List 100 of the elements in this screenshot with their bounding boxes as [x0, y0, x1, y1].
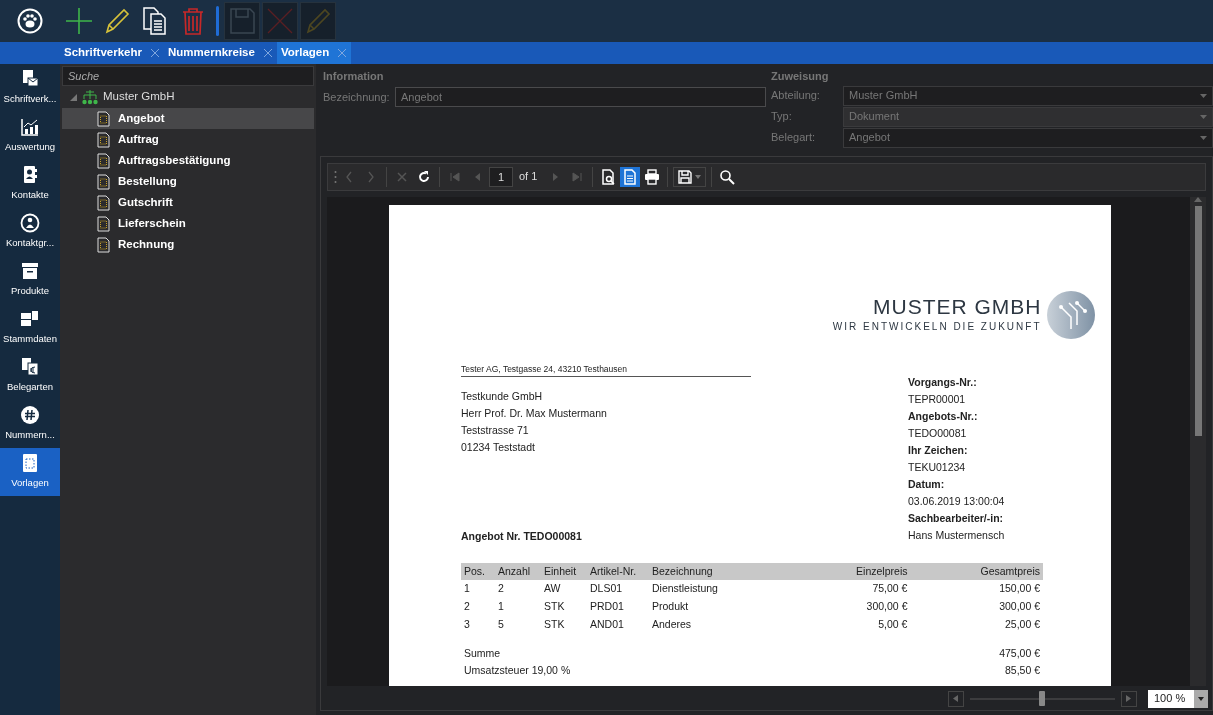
column-header: Einheit: [541, 562, 587, 581]
sidebar-item[interactable]: Belegarten: [0, 352, 60, 400]
info-value: Hans Mustermensch: [908, 527, 1006, 543]
search-field[interactable]: Suche: [62, 66, 314, 86]
tree-item[interactable]: Bestellung: [62, 171, 314, 192]
bar-chart-icon: [20, 117, 40, 138]
info-value: TEDO00081: [908, 425, 968, 441]
table-cell-text: 1: [497, 599, 505, 614]
export-dropdown[interactable]: [673, 166, 707, 187]
grip-icon[interactable]: [334, 169, 337, 184]
table-cell-text: 2: [463, 599, 471, 614]
tree-item[interactable]: Muster GmbH: [103, 88, 175, 106]
tree-item[interactable]: Gutschrift: [62, 192, 314, 213]
zoom-dropdown[interactable]: 100 %: [1148, 689, 1208, 708]
table-cell-text: AND01: [589, 616, 625, 632]
document-icon: [96, 194, 111, 211]
document-icon: [96, 131, 111, 148]
slider-thumb[interactable]: [1039, 691, 1045, 706]
caret-icon: [1200, 135, 1207, 140]
dropdown[interactable]: Muster GmbH: [843, 85, 1213, 106]
plus-icon: [63, 5, 95, 37]
column-header: Pos.: [461, 562, 495, 581]
caret-icon: [1198, 696, 1204, 701]
field-label: Bezeichnung:: [323, 90, 391, 105]
table-cell-text: 300,00 €: [865, 599, 909, 614]
document-icon: [96, 236, 111, 253]
table-cell: 150,00 €: [910, 580, 1043, 598]
zoom-in-button[interactable]: [1120, 690, 1137, 707]
table-cell-text: 5: [497, 616, 505, 632]
tab[interactable]: Nummernkreise: [164, 42, 259, 64]
sidebar-item[interactable]: Kontaktgr...: [0, 208, 60, 256]
info-label: Ihr Zeichen:: [908, 442, 969, 458]
total-label: Summe: [464, 645, 501, 661]
page-count-label: of 1: [519, 169, 538, 185]
tree-item[interactable]: Rechnung: [62, 234, 314, 255]
tree-item[interactable]: Angebot: [62, 108, 314, 129]
tab[interactable]: Vorlagen: [276, 42, 334, 64]
dropdown[interactable]: Angebot: [843, 127, 1213, 148]
vertical-scrollbar[interactable]: [1190, 196, 1206, 686]
close-icon: [150, 48, 160, 58]
table-cell: AW: [541, 580, 587, 598]
sidebar-item[interactable]: Vorlagen: [0, 448, 60, 496]
euro-documents-icon: [20, 357, 40, 378]
info-value: TEPR00001: [908, 391, 967, 407]
info-label: Angebots-Nr.:: [908, 408, 979, 424]
total-label: Umsatzsteuer 19,00 %: [464, 662, 571, 678]
table-cell-text: Anderes: [651, 616, 693, 632]
document-icon: [96, 215, 111, 232]
close-icon: [337, 48, 348, 58]
tab[interactable]: Schriftverkehr: [60, 42, 146, 64]
column-header: Anzahl: [495, 562, 541, 581]
person-circle-icon: [20, 213, 40, 234]
address-line: Teststrasse 71: [461, 423, 530, 439]
sender-line: Tester AG, Testgasse 24, 43210 Testhausen: [461, 362, 751, 378]
document-title: Angebot Nr. TEDO00081: [461, 528, 583, 544]
total-value: 475,00 €: [999, 645, 1040, 661]
tree-item[interactable]: Auftragsbestätigung: [62, 150, 314, 171]
tree-item[interactable]: Lieferschein: [62, 213, 314, 234]
sidebar-item[interactable]: Kontakte: [0, 160, 60, 208]
scrollbar-thumb[interactable]: [1194, 205, 1202, 436]
org-tree-icon: [82, 89, 98, 105]
column-header: Bezeichnung: [649, 562, 795, 581]
sidebar-item[interactable]: Schriftverk...: [0, 64, 60, 112]
sidebar-item[interactable]: Produkte: [0, 256, 60, 304]
sidebar-item[interactable]: Auswertung: [0, 112, 60, 160]
zoom-out-button[interactable]: [947, 690, 964, 707]
table-cell-text: Produkt: [651, 599, 690, 614]
page-number-field[interactable]: 1: [489, 166, 513, 187]
circuit-logo: [1047, 290, 1095, 339]
text-field[interactable]: Angebot: [395, 87, 766, 108]
caret-icon: [1200, 114, 1207, 119]
page-button[interactable]: [620, 166, 641, 187]
table-cell-text: STK: [543, 616, 566, 632]
table-cell-text: 300,00 €: [998, 599, 1041, 614]
previous-page-icon: [474, 172, 480, 181]
table-cell-text: 3: [463, 616, 471, 632]
table-cell: 75,00 €: [794, 580, 911, 598]
tab-close-button[interactable]: [333, 42, 352, 64]
expand-arrow-icon[interactable]: [70, 93, 77, 101]
sidebar-item[interactable]: Nummern...: [0, 400, 60, 448]
tree-item[interactable]: Auftrag: [62, 129, 314, 150]
sidebar-item[interactable]: Stammdaten: [0, 304, 60, 352]
right-arrow-icon: [1126, 695, 1131, 702]
search-icon: [718, 167, 737, 186]
company-name: MUSTER GMBH: [872, 295, 1042, 319]
table-cell: DLS01: [587, 580, 649, 598]
info-label: Datum:: [908, 476, 946, 492]
table-cell-text: 25,00 €: [1003, 616, 1041, 632]
caret-icon: [1200, 93, 1207, 98]
info-label: Vorgangs-Nr.:: [908, 374, 978, 390]
caret-icon: [695, 174, 702, 179]
left-arrow-icon: [953, 695, 958, 702]
field-label: Typ:: [771, 109, 793, 125]
hash-icon: [20, 405, 40, 426]
table-cell: 2: [495, 580, 541, 598]
printer-icon: [643, 167, 662, 186]
address-line: Testkunde GmbH: [461, 389, 544, 405]
field-label: Belegart:: [771, 130, 817, 146]
scroll-up-icon[interactable]: [1194, 196, 1202, 202]
template-icon: [20, 453, 40, 474]
